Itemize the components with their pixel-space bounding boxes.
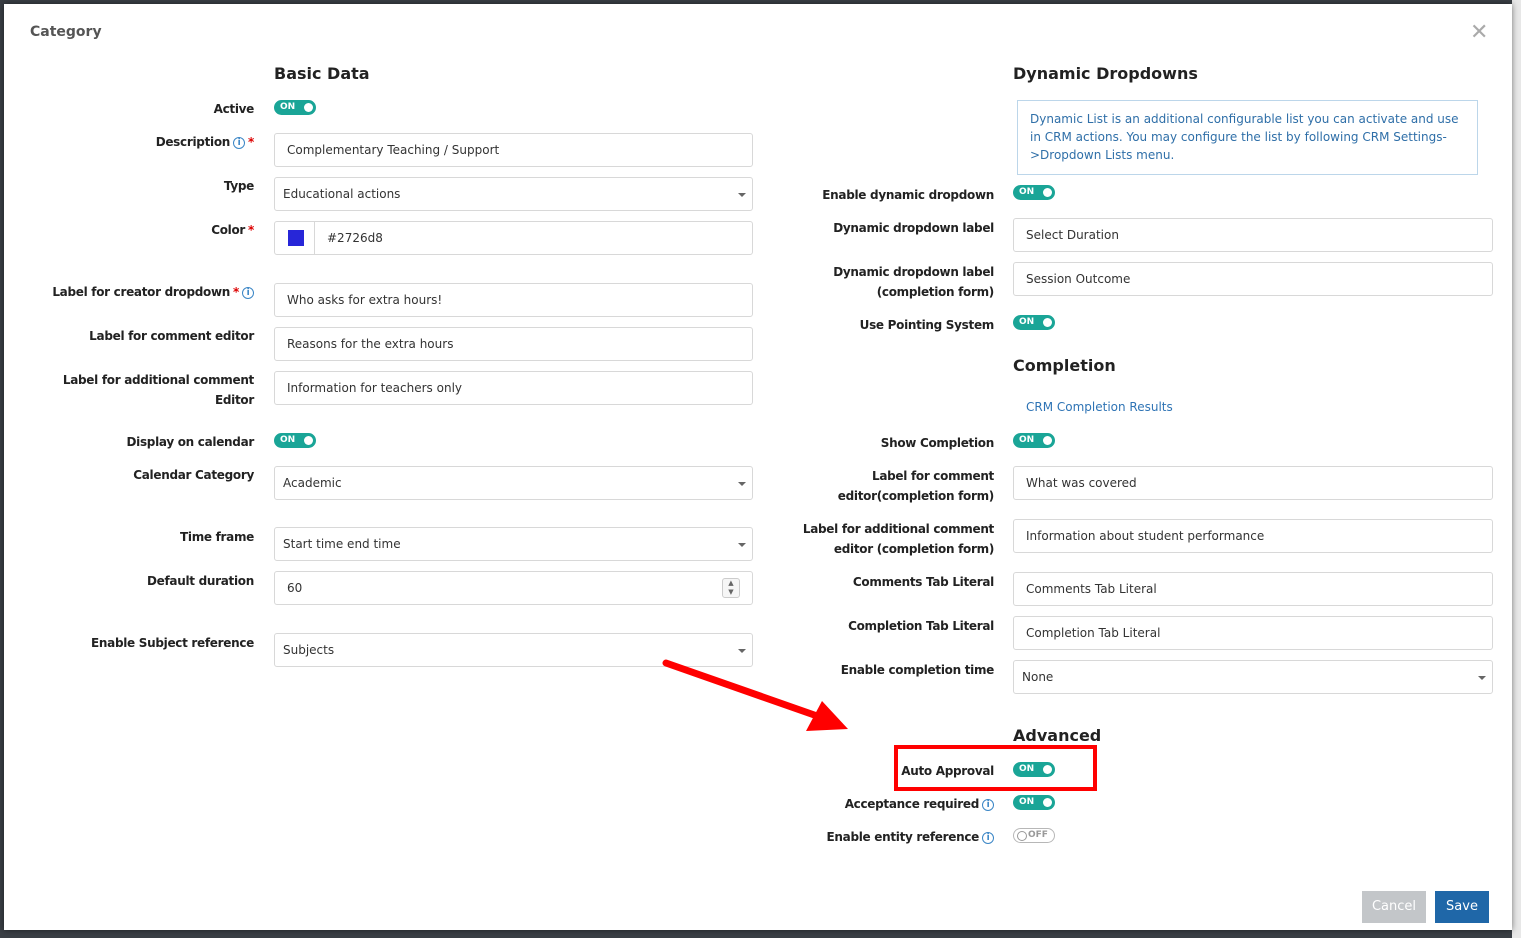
description-input[interactable]: Complementary Teaching / Support: [274, 133, 753, 167]
category-modal: Category ✕ Basic Data Active ON Descript…: [4, 4, 1512, 930]
info-icon[interactable]: i: [242, 286, 254, 299]
save-button[interactable]: Save: [1435, 891, 1489, 923]
type-label: Type: [223, 179, 254, 193]
comments-tab-label: Comments Tab Literal: [852, 575, 994, 589]
completion-addcomment-input[interactable]: Information about student performance: [1013, 519, 1493, 553]
default-duration-label: Default duration: [147, 574, 254, 588]
completion-tab-label: Completion Tab Literal: [848, 619, 994, 633]
color-swatch: [288, 230, 304, 246]
chevron-down-icon: [1478, 676, 1486, 680]
color-label: Color *: [211, 223, 254, 237]
annotation-highlight-box: [894, 745, 1097, 791]
pointing-system-toggle[interactable]: ON: [1013, 315, 1055, 330]
number-stepper[interactable]: ▲ ▼: [722, 578, 740, 598]
info-icon[interactable]: i: [233, 136, 246, 149]
creator-dropdown-input[interactable]: Who asks for extra hours!: [274, 283, 753, 317]
background-page: [1512, 0, 1521, 938]
info-icon[interactable]: i: [982, 798, 994, 811]
color-picker[interactable]: [275, 222, 315, 254]
show-completion-toggle[interactable]: ON: [1013, 433, 1055, 448]
enable-dynamic-dropdown-toggle[interactable]: ON: [1013, 185, 1055, 200]
comments-tab-input[interactable]: Comments Tab Literal: [1013, 572, 1493, 606]
comment-editor-input[interactable]: Reasons for the extra hours: [274, 327, 753, 361]
completion-results-link[interactable]: CRM Completion Results: [1026, 400, 1173, 414]
pointing-system-label: Use Pointing System: [859, 318, 995, 332]
completion-title: Completion: [1013, 356, 1116, 375]
dynamic-dropdown-completion-input[interactable]: Session Outcome: [1013, 262, 1493, 296]
time-frame-label: Time frame: [180, 530, 254, 544]
type-select[interactable]: Educational actions: [274, 177, 753, 211]
chevron-down-icon: [738, 482, 746, 486]
acceptance-required-label: Acceptance required i: [764, 794, 994, 814]
active-label: Active: [213, 102, 255, 116]
chevron-down-icon: [738, 543, 746, 547]
completion-addcomment-label: Label for additional comment editor (com…: [802, 522, 994, 556]
completion-tab-input[interactable]: Completion Tab Literal: [1013, 616, 1493, 650]
calendar-category-label: Calendar Category: [133, 468, 254, 482]
basic-data-title: Basic Data: [274, 64, 370, 83]
completion-comment-input[interactable]: What was covered: [1013, 466, 1493, 500]
calendar-category-select[interactable]: Academic: [274, 466, 753, 500]
color-input[interactable]: #2726d8: [274, 221, 753, 255]
time-frame-select[interactable]: Start time end time: [274, 527, 753, 561]
additional-comment-label: Label for additional comment Editor: [62, 373, 254, 407]
entity-reference-toggle[interactable]: OFF: [1013, 828, 1055, 843]
modal-title: Category: [30, 24, 102, 40]
dynamic-dropdown-completion-label: Dynamic dropdown label (completion form): [833, 265, 994, 299]
enable-dynamic-dropdown-label: Enable dynamic dropdown: [822, 188, 994, 202]
advanced-title: Advanced: [1013, 726, 1102, 745]
default-duration-input[interactable]: 60 ▲ ▼: [274, 571, 753, 605]
dynamic-dropdowns-title: Dynamic Dropdowns: [1013, 64, 1198, 83]
creator-dropdown-label: Label for creator dropdown * i: [24, 282, 254, 302]
close-icon[interactable]: ✕: [1470, 22, 1488, 44]
cancel-button[interactable]: Cancel: [1362, 891, 1426, 923]
info-icon[interactable]: i: [982, 831, 994, 844]
show-completion-label: Show Completion: [880, 436, 995, 450]
active-toggle[interactable]: ON: [274, 100, 316, 115]
dynamic-dropdown-label-input[interactable]: Select Duration: [1013, 218, 1493, 252]
comment-editor-label: Label for comment editor: [89, 329, 254, 343]
completion-comment-label: Label for comment editor(completion form…: [837, 469, 995, 503]
annotation-arrow-icon: [662, 659, 848, 731]
additional-comment-input[interactable]: Information for teachers only: [274, 371, 753, 405]
chevron-down-icon: [738, 193, 746, 197]
color-value: #2726d8: [327, 231, 383, 245]
completion-time-select[interactable]: None: [1013, 660, 1493, 694]
dynamic-info-box: Dynamic List is an additional configurab…: [1017, 100, 1478, 175]
chevron-down-icon: [738, 649, 746, 653]
subject-reference-label: Enable Subject reference: [91, 636, 254, 650]
display-calendar-label: Display on calendar: [126, 435, 254, 449]
display-calendar-toggle[interactable]: ON: [274, 433, 316, 448]
dynamic-dropdown-label-label: Dynamic dropdown label: [833, 221, 994, 235]
acceptance-required-toggle[interactable]: ON: [1013, 795, 1055, 810]
entity-reference-label: Enable entity reference i: [764, 827, 994, 847]
description-label: Description i *: [155, 135, 255, 149]
